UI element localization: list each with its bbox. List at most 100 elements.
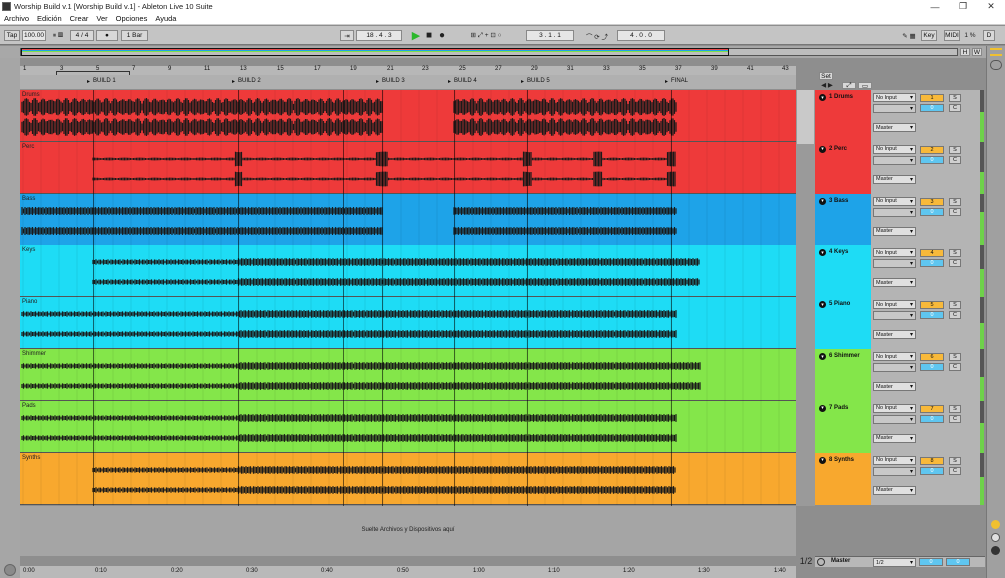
locator-nav-icons[interactable]: ◀ ▶ bbox=[817, 81, 837, 89]
bar-ruler[interactable]: 1 3 5 7 9 11 13 15 17 19 21 23 25 27 29 31 33 35 37 39 41 43 bbox=[20, 66, 796, 75]
cue-button[interactable]: C bbox=[949, 104, 961, 112]
track-activator[interactable]: 4 bbox=[920, 249, 944, 258]
master-volume[interactable]: 0 bbox=[919, 558, 943, 566]
input-channel-select[interactable] bbox=[873, 466, 916, 476]
output-select[interactable]: Master bbox=[873, 278, 916, 288]
menu-lines-icon[interactable] bbox=[990, 48, 1002, 56]
arrangement-scrollbar[interactable] bbox=[796, 90, 815, 506]
locator-2[interactable]: BUILD 2 bbox=[238, 78, 261, 84]
track-name-area[interactable]: ▾ 2 Perc bbox=[815, 141, 871, 194]
locator-5[interactable]: BUILD 5 bbox=[527, 78, 550, 84]
d-button[interactable]: D bbox=[983, 30, 995, 41]
fold-arrow-icon[interactable]: ▾ bbox=[819, 301, 826, 309]
track-header-pads[interactable]: ▾ 7 Pads No Input Master 7 S 0 C bbox=[815, 400, 984, 453]
fold-arrow-icon[interactable]: ▾ bbox=[819, 404, 826, 412]
in-out-toggle-icon[interactable] bbox=[990, 60, 1002, 70]
cue-button[interactable]: C bbox=[949, 311, 961, 320]
output-select[interactable]: Master bbox=[873, 485, 916, 495]
track-header-drums[interactable]: ▾ 1 Drums No Input Master 1 S 0 C bbox=[815, 90, 984, 142]
overview-toggle-icon[interactable] bbox=[4, 564, 16, 576]
fold-arrow-icon[interactable]: ▾ bbox=[819, 145, 826, 153]
track-header-synths[interactable]: ▾ 8 Synths No Input Master 8 S 0 C bbox=[815, 452, 984, 505]
close-button[interactable]: ✕ bbox=[977, 0, 1005, 13]
output-select[interactable]: Master bbox=[873, 174, 916, 184]
solo-button[interactable]: S bbox=[949, 145, 961, 154]
track-activator[interactable]: 3 bbox=[920, 197, 944, 206]
arrangement-position[interactable]: 18 . 4 . 3 bbox=[356, 30, 402, 41]
volume-field[interactable]: 0 bbox=[920, 311, 944, 320]
fold-arrow-icon[interactable]: ▾ bbox=[819, 456, 826, 464]
scrollbar-thumb[interactable] bbox=[797, 90, 814, 144]
input-channel-select[interactable] bbox=[873, 311, 916, 321]
track-header-shimmer[interactable]: ▾ 6 Shimmer No Input Master 6 S 0 C bbox=[815, 349, 984, 401]
lane-perc[interactable]: Perc bbox=[20, 141, 796, 194]
track-name-area[interactable]: ▾ 4 Keys bbox=[815, 245, 871, 298]
track-name-area[interactable]: ▾ 8 Synths bbox=[815, 452, 871, 505]
input-select[interactable]: No Input bbox=[873, 196, 916, 206]
output-select[interactable]: Master bbox=[873, 330, 916, 340]
drop-zone[interactable]: Suelte Archivos y Dispositivos aquí bbox=[20, 506, 796, 556]
cue-button[interactable]: C bbox=[949, 466, 961, 475]
input-select[interactable]: No Input bbox=[873, 403, 916, 413]
track-header-perc[interactable]: ▾ 2 Perc No Input Master 2 S 0 C bbox=[815, 141, 984, 194]
input-select[interactable]: No Input bbox=[873, 300, 916, 310]
track-header-piano[interactable]: ▾ 5 Piano No Input Master 5 S 0 C bbox=[815, 297, 984, 350]
track-activator[interactable]: 8 bbox=[920, 456, 944, 465]
input-select[interactable]: No Input bbox=[873, 248, 916, 258]
volume-field[interactable]: 0 bbox=[920, 363, 944, 371]
volume-field[interactable]: 0 bbox=[920, 259, 944, 268]
time-signature-field[interactable]: 4 / 4 bbox=[70, 30, 94, 41]
track-name-area[interactable]: ▾ 5 Piano bbox=[815, 297, 871, 350]
track-name-area[interactable]: ▾ 1 Drums bbox=[815, 90, 871, 142]
track-activator[interactable]: 6 bbox=[920, 353, 944, 361]
menu-edicion[interactable]: Edición bbox=[37, 14, 62, 23]
solo-button[interactable]: S bbox=[949, 353, 961, 361]
fold-arrow-icon[interactable]: ▾ bbox=[819, 197, 826, 205]
volume-field[interactable]: 0 bbox=[920, 155, 944, 164]
master-pan[interactable]: 0 bbox=[946, 558, 970, 566]
lane-shimmer[interactable]: Shimmer bbox=[20, 349, 796, 401]
cue-button[interactable]: C bbox=[949, 207, 961, 216]
menu-ver[interactable]: Ver bbox=[96, 14, 107, 23]
lane-synths[interactable]: Synths bbox=[20, 452, 796, 505]
track-header-keys[interactable]: ▾ 4 Keys No Input Master 4 S 0 C bbox=[815, 245, 984, 298]
output-select[interactable]: Master bbox=[873, 382, 916, 391]
input-select[interactable]: No Input bbox=[873, 352, 916, 361]
track-name-area[interactable]: ▾ 3 Bass bbox=[815, 193, 871, 246]
track-activator[interactable]: 2 bbox=[920, 145, 944, 154]
key-map-button[interactable]: Key bbox=[921, 30, 937, 41]
w-button[interactable]: W bbox=[972, 48, 982, 56]
volume-field[interactable]: 0 bbox=[920, 104, 944, 112]
fold-arrow-icon[interactable]: ▾ bbox=[819, 353, 826, 360]
returns-icon[interactable] bbox=[991, 533, 1000, 542]
menu-opciones[interactable]: Opciones bbox=[116, 14, 148, 23]
midi-map-button[interactable]: MIDI bbox=[944, 30, 960, 41]
cue-button[interactable]: C bbox=[949, 363, 961, 371]
track-activator[interactable]: 7 bbox=[920, 404, 944, 413]
fold-icon[interactable]: ⤢ bbox=[842, 82, 856, 89]
input-channel-select[interactable] bbox=[873, 363, 916, 372]
sends-icon[interactable] bbox=[991, 520, 1000, 529]
draw-mode-icon[interactable]: ✎ ▦ bbox=[898, 30, 920, 41]
input-channel-select[interactable] bbox=[873, 207, 916, 217]
track-header-bass[interactable]: ▾ 3 Bass No Input Master 3 S 0 C bbox=[815, 193, 984, 246]
lane-pads[interactable]: Pads bbox=[20, 400, 796, 453]
locator-bar[interactable]: BUILD 1 ▸ BUILD 2 ▸ BUILD 3 ▸ BUILD 4 ▸ BUILD 5 ▸… bbox=[20, 75, 796, 89]
automation-icons[interactable]: ⊞ ⤢ + ⊡ ○ bbox=[458, 30, 514, 41]
locator-3[interactable]: BUILD 3 bbox=[382, 78, 405, 84]
solo-button[interactable]: S bbox=[949, 404, 961, 413]
loop-start-field[interactable]: 3 . 1 . 1 bbox=[526, 30, 574, 41]
arrangement-overview[interactable]: H W bbox=[0, 46, 1005, 58]
h-button[interactable]: H bbox=[960, 48, 970, 56]
solo-button[interactable]: S bbox=[949, 197, 961, 206]
cue-button[interactable]: C bbox=[949, 259, 961, 268]
minimize-button[interactable]: — bbox=[921, 0, 949, 13]
loop-length-field[interactable]: 4 . 0 . 0 bbox=[617, 30, 665, 41]
lane-keys[interactable]: Keys bbox=[20, 245, 796, 298]
solo-button[interactable]: S bbox=[949, 249, 961, 258]
cue-button[interactable]: C bbox=[949, 414, 961, 423]
fold-arrow-icon[interactable]: ▾ bbox=[819, 249, 826, 257]
metronome-button[interactable]: ● bbox=[96, 30, 118, 41]
output-select[interactable]: Master bbox=[873, 226, 916, 236]
menu-crear[interactable]: Crear bbox=[70, 14, 89, 23]
